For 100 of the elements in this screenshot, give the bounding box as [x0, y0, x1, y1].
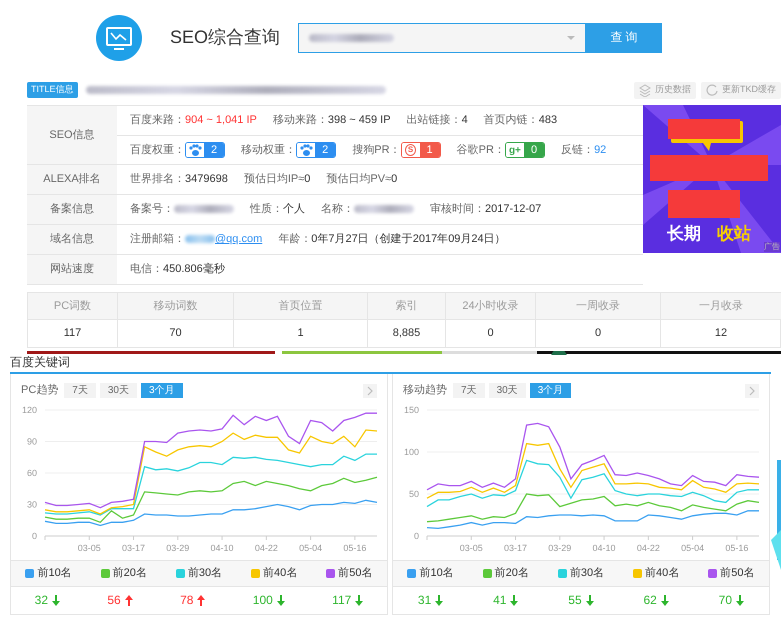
- ad-text: 长期: [667, 223, 701, 245]
- refresh-button[interactable]: 更新TKD缓存: [701, 82, 781, 98]
- paw-icon: [188, 144, 202, 156]
- field-value: 3479698: [185, 172, 228, 187]
- field-value: 450.806毫秒: [163, 262, 225, 277]
- field-label: 出站链接：: [406, 113, 462, 128]
- field-label: 名称：: [321, 202, 354, 217]
- link[interactable]: @qq.com: [215, 232, 262, 247]
- count-value: 117: [332, 592, 352, 608]
- field-label: 搜狗PR：: [352, 142, 401, 158]
- search-field[interactable]: [298, 22, 586, 52]
- column-header: 索引: [368, 293, 446, 320]
- table-cell: 117: [28, 320, 118, 347]
- axis-label: 150: [404, 405, 419, 415]
- count-value: 62: [643, 592, 657, 608]
- table-cell: 70: [118, 320, 234, 347]
- column-header: 移动词数: [118, 293, 234, 320]
- field-value: 个人: [283, 202, 305, 217]
- axis-label: 04-10: [210, 543, 234, 553]
- trend-label: PC趋势: [21, 383, 58, 398]
- legend-label: 前10名: [419, 566, 454, 581]
- refresh-icon: [706, 84, 718, 96]
- field-value: 4: [462, 113, 468, 128]
- axis-label: 60: [26, 468, 37, 478]
- field-value: 0年7月27日（创建于2017年09月24日）: [311, 232, 506, 247]
- field-label: 预估日均PV≈: [326, 172, 392, 187]
- axis-label: 100: [404, 447, 419, 457]
- axis-label: 04-10: [592, 543, 616, 553]
- page-title: SEO综合查询: [170, 26, 280, 49]
- range-tab[interactable]: 7天: [64, 383, 96, 398]
- count-value: 78: [180, 592, 194, 608]
- range-tab[interactable]: 3个月: [140, 383, 183, 398]
- field-value: 0: [304, 172, 310, 187]
- next-button[interactable]: [363, 384, 377, 398]
- axis-label: 03-17: [504, 543, 528, 553]
- ad-text: 收站: [717, 223, 751, 245]
- row-label: 备案信息: [27, 195, 117, 224]
- legend-label: 前40名: [263, 566, 298, 581]
- next-button[interactable]: [745, 384, 759, 398]
- axis-label: 04-22: [636, 543, 660, 553]
- axis-label: 05-04: [681, 543, 704, 553]
- legend-label: 前50名: [720, 566, 754, 581]
- field-label: 年龄：: [278, 232, 312, 247]
- field-label: 审核时间：: [430, 202, 485, 217]
- stack-icon: [639, 84, 651, 96]
- axis-label: 0: [414, 531, 419, 541]
- axis-label: 30: [26, 500, 37, 510]
- count-value: 100: [252, 592, 273, 608]
- table-cell: 0: [446, 320, 536, 347]
- field-value: 0: [391, 172, 398, 187]
- column-header: 一月收录: [661, 293, 781, 320]
- axis-label: 90: [26, 436, 37, 446]
- chevron-right-icon: [748, 386, 756, 396]
- row-label: 域名信息: [27, 225, 117, 254]
- field-label: 性质：: [250, 202, 283, 217]
- axis-label: 50: [408, 489, 419, 499]
- axis-label: 03-29: [548, 543, 572, 553]
- field-label: 备案号：: [130, 202, 174, 217]
- link[interactable]: 92: [594, 142, 606, 158]
- table-cell: 12: [661, 320, 781, 347]
- title-badge: TITLE信息: [27, 82, 78, 98]
- range-tab[interactable]: 3个月: [530, 383, 572, 398]
- axis-label: 05-04: [299, 543, 322, 553]
- ad-banner[interactable]: 长期 收站 广告: [643, 105, 781, 253]
- legend-label: 前40名: [645, 566, 680, 581]
- column-header: PC词数: [28, 293, 118, 320]
- range-tab[interactable]: 30天: [100, 383, 137, 398]
- range-tab[interactable]: 30天: [488, 383, 526, 398]
- history-button[interactable]: 历史数据: [634, 82, 696, 98]
- column-header: 首页位置: [234, 293, 368, 320]
- legend-label: 前30名: [188, 566, 222, 581]
- axis-label: 05-16: [343, 543, 366, 553]
- legend-label: 前20名: [112, 566, 147, 581]
- table-cell: 0: [536, 320, 661, 347]
- axis-label: 120: [22, 405, 37, 415]
- field-label: 预估日均IP≈: [244, 172, 304, 187]
- row-label: SEO信息: [27, 106, 117, 164]
- weight-badge: 2: [185, 142, 226, 158]
- field-label: 反链：: [561, 142, 594, 158]
- section-title: 百度关键词: [10, 355, 71, 371]
- legend-label: 前30名: [570, 566, 604, 581]
- search-button[interactable]: 查 询: [586, 22, 662, 52]
- axis-label: 03-17: [122, 543, 146, 553]
- field-value: 904 ~ 1,041 IP: [185, 113, 257, 128]
- range-tab[interactable]: 7天: [453, 383, 485, 398]
- legend-label: 前20名: [494, 566, 529, 581]
- count-value: 31: [418, 592, 432, 608]
- count-value: 56: [107, 592, 121, 608]
- ad-tag: 广告: [764, 242, 780, 252]
- axis-label: 05-16: [725, 543, 748, 553]
- column-header: 一周收录: [536, 293, 661, 320]
- chevron-right-icon: [366, 386, 374, 396]
- count-value: 32: [34, 592, 48, 608]
- count-value: 41: [493, 592, 506, 608]
- field-label: 百度权重：: [130, 142, 185, 158]
- column-header: 24小时收录: [446, 293, 536, 320]
- table-cell: 8,885: [368, 320, 446, 347]
- field-label: 谷歌PR：: [456, 142, 505, 158]
- field-label: 电信：: [130, 262, 163, 277]
- sogou-icon: S: [404, 144, 416, 156]
